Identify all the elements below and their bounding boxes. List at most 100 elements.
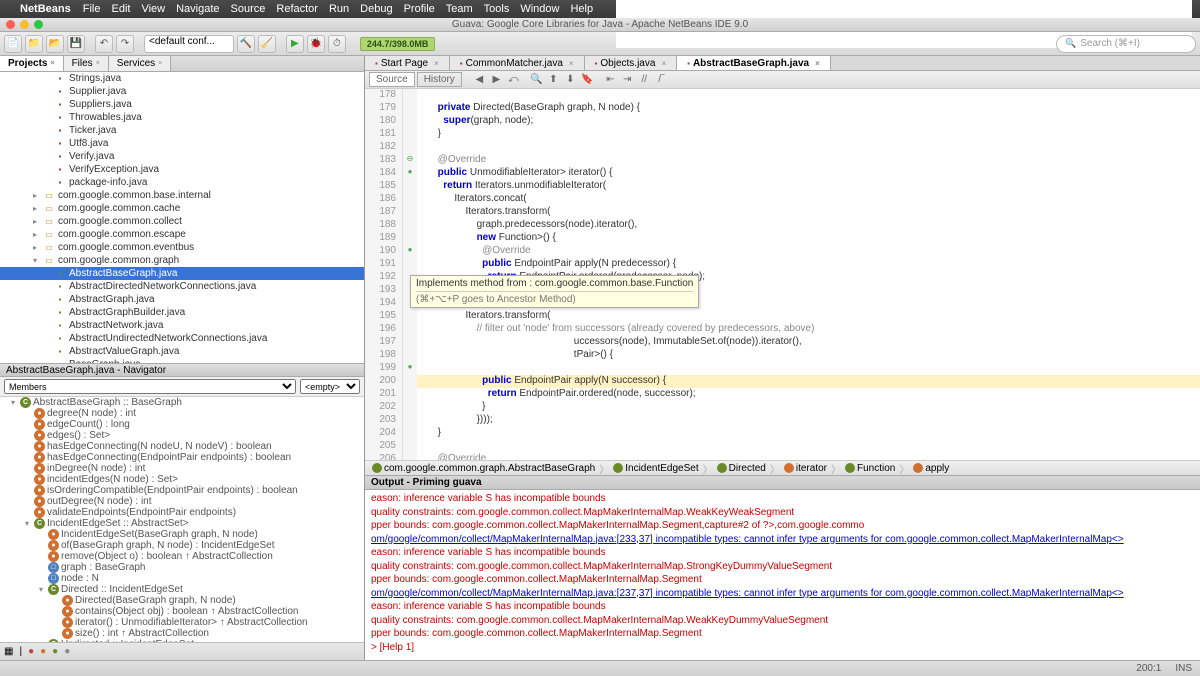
find-sel-icon[interactable]: 🔍 [529, 72, 544, 87]
undo-button[interactable]: ↶ [95, 35, 113, 53]
nav-member[interactable]: ●edgeCount() : long [0, 419, 364, 430]
gutter-marker[interactable] [403, 193, 417, 206]
tab-services[interactable]: Services × [109, 56, 171, 71]
nav-member[interactable]: ●of(BaseGraph graph, N node) : IncidentE… [0, 540, 364, 551]
close-icon[interactable]: × [158, 60, 162, 67]
code-line[interactable]: 203 }))); [365, 414, 1200, 427]
file-node[interactable]: ▪AbstractBaseGraph.java [0, 267, 364, 280]
code-line[interactable]: 204 } [365, 427, 1200, 440]
menu-edit[interactable]: Edit [111, 3, 130, 15]
file-node[interactable]: ▪Verify.java [0, 150, 364, 163]
file-node[interactable]: ▪Suppliers.java [0, 98, 364, 111]
code-line[interactable]: 182 [365, 141, 1200, 154]
breadcrumb-item[interactable]: IncidentEdgeSet [610, 463, 701, 474]
breadcrumb-item[interactable]: Function [842, 463, 898, 474]
collapse-icon[interactable]: ▾ [30, 256, 40, 265]
gutter-marker[interactable]: ● [403, 167, 417, 180]
code-line[interactable]: 201 return EndpointPair.ordered(node, su… [365, 388, 1200, 401]
file-node[interactable]: ▪Ticker.java [0, 124, 364, 137]
new-file-button[interactable]: 📄 [4, 35, 22, 53]
code-line[interactable]: 191 public EndpointPair apply(N predeces… [365, 258, 1200, 271]
run-button[interactable]: ▶ [286, 35, 304, 53]
expand-icon[interactable]: ▸ [30, 204, 40, 213]
toggle-bookmark-icon[interactable]: 🔖 [580, 72, 595, 87]
menu-file[interactable]: File [83, 3, 101, 15]
code-line[interactable]: 197 uccessors(node), ImmutableSet.of(nod… [365, 336, 1200, 349]
prev-bookmark-icon[interactable]: ⬆ [546, 72, 561, 87]
menu-profile[interactable]: Profile [404, 3, 435, 15]
nav-member[interactable]: ▾CAbstractBaseGraph :: BaseGraph [0, 397, 364, 408]
nav-member[interactable]: ●contains(Object obj) : boolean ↑ Abstra… [0, 606, 364, 617]
code-line[interactable]: 186 Iterators.concat( [365, 193, 1200, 206]
gutter-marker[interactable] [403, 128, 417, 141]
code-editor[interactable]: Implements method from : com.google.comm… [365, 89, 1200, 460]
code-line[interactable]: 189 new Function>() { [365, 232, 1200, 245]
code-line[interactable]: 178 [365, 89, 1200, 102]
gutter-marker[interactable] [403, 258, 417, 271]
nav-member[interactable]: ●validateEndpoints(EndpointPair endpoint… [0, 507, 364, 518]
close-icon[interactable]: × [569, 59, 574, 68]
gutter-marker[interactable] [403, 453, 417, 460]
breadcrumb-item[interactable]: com.google.common.graph.AbstractBaseGrap… [369, 463, 598, 474]
package-node[interactable]: ▸▭com.google.common.eventbus [0, 241, 364, 254]
gutter-marker[interactable] [403, 206, 417, 219]
code-line[interactable]: 205 [365, 440, 1200, 453]
package-node[interactable]: ▸▭com.google.common.escape [0, 228, 364, 241]
code-line[interactable]: 196 // filter out 'node' from successors… [365, 323, 1200, 336]
new-project-button[interactable]: 📁 [25, 35, 43, 53]
close-icon[interactable]: × [815, 59, 820, 68]
code-line[interactable]: 188 graph.predecessors(node).iterator(), [365, 219, 1200, 232]
file-node[interactable]: ▪AbstractGraph.java [0, 293, 364, 306]
code-line[interactable]: 187 Iterators.transform( [365, 206, 1200, 219]
gutter-marker[interactable]: ● [403, 362, 417, 375]
gutter-marker[interactable] [403, 388, 417, 401]
filter-inherited-icon[interactable]: ● [52, 646, 58, 657]
filter-icon[interactable]: ▦ [4, 646, 13, 657]
gutter-marker[interactable] [403, 141, 417, 154]
sort-icon[interactable]: | [19, 646, 22, 657]
navigator-tree[interactable]: ▾CAbstractBaseGraph :: BaseGraph●degree(… [0, 397, 364, 642]
code-line[interactable]: 185 return Iterators.unmodifiableIterato… [365, 180, 1200, 193]
nav-member[interactable]: ●hasEdgeConnecting(EndpointPair endpoint… [0, 452, 364, 463]
code-line[interactable]: 198 tPair>() { [365, 349, 1200, 362]
gutter-marker[interactable] [403, 180, 417, 193]
shift-right-icon[interactable]: ⇥ [620, 72, 635, 87]
close-icon[interactable]: × [96, 60, 100, 67]
breadcrumb-item[interactable]: apply [910, 463, 952, 474]
nav-member[interactable]: ●incidentEdges(N node) : Set> [0, 474, 364, 485]
history-tab[interactable]: History [417, 72, 462, 87]
output-line[interactable]: om/google/common/collect/MapMakerInterna… [371, 533, 1194, 547]
source-tab[interactable]: Source [369, 72, 415, 87]
editor-tab[interactable]: ▪Start Page× [365, 56, 450, 70]
filter-nonpublic-icon[interactable]: ● [64, 646, 70, 657]
nav-member[interactable]: ●outDegree(N node) : int [0, 496, 364, 507]
global-search[interactable]: 🔍 Search (⌘+I) [1056, 35, 1196, 53]
breadcrumb-item[interactable]: Directed [714, 463, 769, 474]
gutter-marker[interactable]: ⊖ [403, 154, 417, 167]
nav-member[interactable]: □node : N [0, 573, 364, 584]
toggle-icon[interactable]: ▾ [22, 519, 32, 528]
file-node[interactable]: ▪Throwables.java [0, 111, 364, 124]
gutter-marker[interactable] [403, 427, 417, 440]
menu-refactor[interactable]: Refactor [276, 3, 318, 15]
editor-tab[interactable]: ▪Objects.java× [585, 56, 678, 70]
minimize-icon[interactable] [20, 20, 29, 29]
nav-member[interactable]: □graph : BaseGraph [0, 562, 364, 573]
tab-projects[interactable]: Projects × [0, 56, 64, 71]
file-node[interactable]: ▪Supplier.java [0, 85, 364, 98]
clean-build-button[interactable]: 🧹 [258, 35, 276, 53]
package-node[interactable]: ▸▭com.google.common.cache [0, 202, 364, 215]
expand-icon[interactable]: ▸ [30, 191, 40, 200]
nav-member[interactable]: ●IncidentEdgeSet(BaseGraph graph, N node… [0, 529, 364, 540]
nav-member[interactable]: ●remove(Object o) : boolean ↑ AbstractCo… [0, 551, 364, 562]
close-icon[interactable] [6, 20, 15, 29]
gutter-marker[interactable] [403, 219, 417, 232]
uncomment-icon[interactable]: /‾ [654, 72, 669, 87]
nav-member[interactable]: ▾CDirected :: IncidentEdgeSet [0, 584, 364, 595]
nav-member[interactable]: ●Directed(BaseGraph graph, N node) [0, 595, 364, 606]
fwd-icon[interactable]: ▶ [489, 72, 504, 87]
file-node[interactable]: ▪package-info.java [0, 176, 364, 189]
gutter-marker[interactable] [403, 440, 417, 453]
nav-member[interactable]: ●degree(N node) : int [0, 408, 364, 419]
debug-button[interactable]: 🐞 [307, 35, 325, 53]
